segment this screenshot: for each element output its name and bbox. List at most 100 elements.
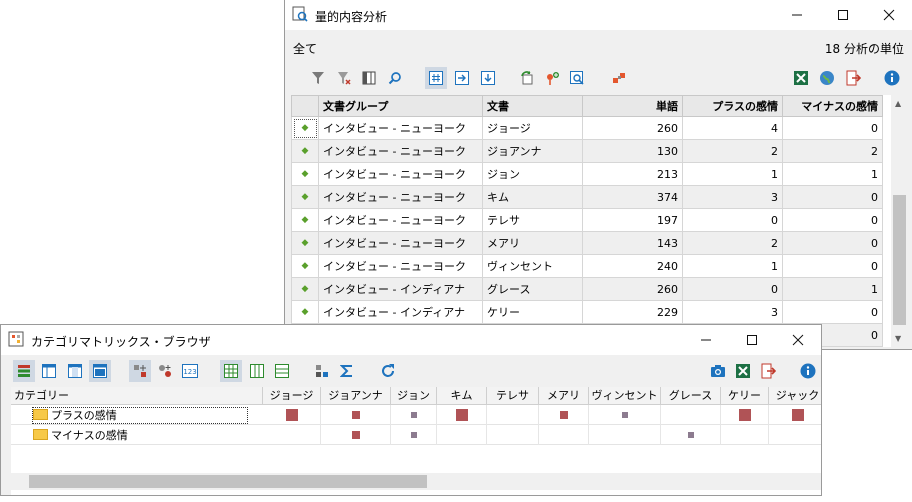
sum-icon[interactable] [336,360,358,382]
table-row[interactable]: ◆ インタビュー - ニューヨーク ジョアンナ 130 2 2 [291,139,883,163]
refresh-icon[interactable] [377,360,399,382]
matrix-cell-marker[interactable] [352,431,360,439]
add-code-icon[interactable] [541,67,563,89]
table-row[interactable]: ◆ インタビュー - ニューヨーク ジョン 213 1 1 [291,162,883,186]
scrollbar-thumb[interactable] [29,475,427,488]
columns-icon[interactable] [358,67,380,89]
matrix-cell-marker[interactable] [352,411,360,419]
sort-numbers-icon[interactable] [311,360,333,382]
export-down-icon[interactable] [477,67,499,89]
refresh-doc-icon[interactable] [516,67,538,89]
category-column-header[interactable]: カテゴリー [11,387,263,405]
title-bar[interactable]: カテゴリマトリックス・ブラウザ [1,325,821,355]
column-gridline [768,405,769,445]
table-row[interactable]: ◆ インタビュー - ニューヨーク ジョージ 260 4 0 [291,116,883,140]
document-column-header[interactable]: ヴィンセント [589,387,661,405]
document-column-header[interactable]: メアリ [539,387,589,405]
maximize-button[interactable] [729,325,775,355]
close-button[interactable] [775,325,821,355]
cell-document: メアリ [482,231,583,255]
minimize-button[interactable] [774,0,820,30]
table-row[interactable]: ◆ インタビュー - ニューヨーク ヴィンセント 240 1 0 [291,254,883,278]
vertical-scrollbar[interactable]: ▲ ▼ [891,95,908,347]
matrix-circles-icon[interactable] [154,360,176,382]
cell-document: ケリー [482,300,583,324]
matrix-cell-marker[interactable] [622,412,628,418]
search-results-icon[interactable] [566,67,588,89]
cell-words: 130 [582,139,683,163]
cell-document: ジョアンナ [482,139,583,163]
column-header-group[interactable]: 文書グループ [318,95,483,117]
column-gridline [660,405,661,445]
link-icon[interactable] [608,67,630,89]
info-icon[interactable] [881,67,903,89]
column-header-negative[interactable]: マイナスの感情 [782,95,883,117]
matrix-cell-marker[interactable] [792,409,804,421]
column-header-words[interactable]: 単語 [582,95,683,117]
matrix-squares-icon[interactable] [129,360,151,382]
title-bar[interactable]: 量的内容分析 [285,0,912,30]
matrix-cell-marker[interactable] [688,432,694,438]
stacked-view-icon[interactable] [13,360,35,382]
cell-positive: 0 [682,277,783,301]
filter-icon[interactable] [307,67,329,89]
excel-icon[interactable] [732,360,754,382]
layout-center-icon[interactable] [64,360,86,382]
layout-left-icon[interactable] [38,360,60,382]
row-marker-icon: ◆ [291,185,319,209]
document-column-header[interactable]: ジョアンナ [321,387,391,405]
row-marker-icon: ◆ [291,162,319,186]
table-row[interactable]: ◆ インタビュー - ニューヨーク キム 374 3 0 [291,185,883,209]
table-row[interactable]: ◆ インタビュー - ニューヨーク テレサ 197 0 0 [291,208,883,232]
grid-view-icon[interactable] [220,360,242,382]
rows-view-icon[interactable] [271,360,293,382]
matrix-cell-marker[interactable] [456,409,468,421]
cell-document: ジョージ [482,116,583,140]
excel-icon[interactable] [790,67,812,89]
close-button[interactable] [866,0,912,30]
columns-view-icon[interactable] [246,360,268,382]
camera-icon[interactable] [707,360,729,382]
table-row[interactable]: ◆ インタビュー - インディアナ ケリー 229 3 0 [291,300,883,324]
hash-icon[interactable] [425,67,447,89]
scroll-down-icon[interactable]: ▼ [895,334,901,343]
column-gridline [390,405,391,445]
web-export-icon[interactable] [816,67,838,89]
table-row[interactable]: ◆ インタビュー - インディアナ グレース 260 0 1 [291,277,883,301]
document-column-header[interactable]: テレサ [487,387,539,405]
scrollbar-thumb[interactable] [893,195,906,325]
cell-document: テレサ [482,208,583,232]
document-column-header[interactable]: ケリー [721,387,769,405]
matrix-cell-marker[interactable] [411,412,417,418]
export-icon[interactable] [757,360,779,382]
matrix-cell-marker[interactable] [286,409,298,421]
row-marker-icon: ◆ [291,300,319,324]
column-gridline [436,405,437,445]
document-column-header[interactable]: ジョン [391,387,437,405]
category-label[interactable]: プラスの感情 [32,407,248,424]
maximize-button[interactable] [820,0,866,30]
matrix-toolbar: 123 [1,355,821,385]
export-right-icon[interactable] [451,67,473,89]
table-row[interactable]: ◆ インタビュー - ニューヨーク メアリ 143 2 0 [291,231,883,255]
info-icon[interactable] [797,360,819,382]
minimize-button[interactable] [683,325,729,355]
document-column-header[interactable]: グレース [661,387,721,405]
layout-full-icon[interactable] [89,360,111,382]
column-header-document[interactable]: 文書 [482,95,583,117]
document-column-header[interactable]: ジャック [769,387,821,405]
numbers-icon[interactable]: 123 [179,360,201,382]
search-icon[interactable] [384,67,406,89]
scroll-up-icon[interactable]: ▲ [895,99,901,108]
clear-filter-icon[interactable] [333,67,355,89]
cell-group: インタビュー - ニューヨーク [318,162,483,186]
document-column-header[interactable]: ジョージ [263,387,321,405]
matrix-cell-marker[interactable] [739,409,751,421]
horizontal-scrollbar[interactable] [11,473,821,490]
document-column-header[interactable]: キム [437,387,487,405]
matrix-cell-marker[interactable] [411,432,417,438]
export-icon[interactable] [842,67,864,89]
matrix-cell-marker[interactable] [560,411,568,419]
column-header-positive[interactable]: プラスの感情 [682,95,783,117]
category-label[interactable]: マイナスの感情 [33,428,128,443]
